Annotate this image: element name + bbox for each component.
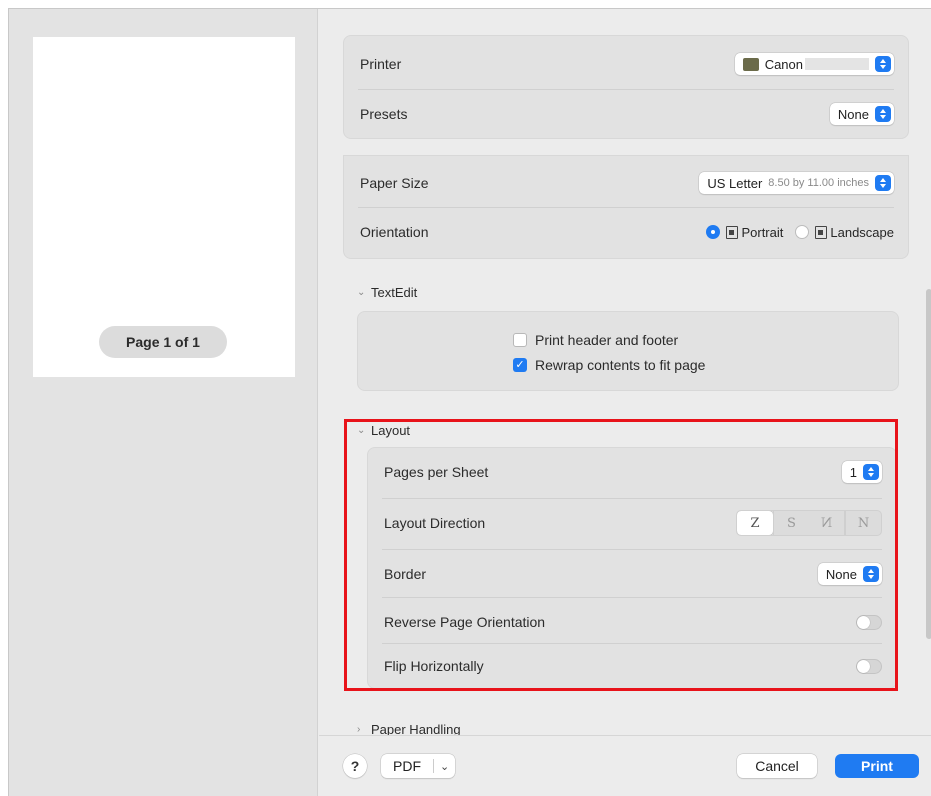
cancel-button[interactable]: Cancel	[737, 754, 817, 778]
printer-redacted	[805, 58, 869, 70]
print-header-footer-option[interactable]: Print header and footer	[513, 332, 678, 348]
reverse-page-orientation-toggle[interactable]	[856, 614, 882, 630]
textedit-group: Print header and footer ✓ Rewrap content…	[357, 311, 899, 391]
border-label: Border	[384, 566, 427, 582]
print-dialog: Page 1 of 1 Printer Canon Presets None P…	[8, 8, 931, 796]
paper-size-detail: 8.50 by 11.00 inches	[768, 177, 869, 189]
help-button[interactable]: ?	[343, 754, 367, 778]
direction-n-button[interactable]: N	[845, 511, 881, 535]
chevron-down-icon: ⌄	[440, 760, 450, 773]
print-button[interactable]: Print	[835, 754, 919, 778]
landscape-radio[interactable]	[795, 225, 810, 239]
paper-handling-section-header[interactable]: › Paper Handling	[357, 722, 461, 735]
presets-row: Presets None	[344, 90, 908, 138]
pdf-menu-button[interactable]: PDF ⌄	[381, 754, 455, 778]
scrollbar[interactable]	[926, 289, 931, 639]
paper-size-row: Paper Size US Letter 8.50 by 11.00 inche…	[344, 159, 908, 207]
print-header-footer-checkbox[interactable]	[513, 333, 527, 347]
print-header-footer-label: Print header and footer	[535, 332, 679, 348]
landscape-icon	[815, 225, 828, 239]
direction-n-reverse-label: N	[820, 515, 833, 531]
layout-group: Pages per Sheet 1 Layout Direction Z S N…	[367, 447, 897, 689]
dialog-footer: ? PDF ⌄ Cancel Print	[319, 735, 931, 796]
presets-value: None	[837, 106, 869, 122]
chevron-updown-icon	[875, 106, 891, 122]
pages-per-sheet-label: Pages per Sheet	[384, 464, 489, 480]
preview-pane: Page 1 of 1	[9, 9, 318, 796]
flip-horizontally-label: Flip Horizontally	[384, 658, 484, 674]
orientation-row: Orientation Portrait Landscape	[344, 208, 908, 256]
orientation-label: Orientation	[360, 224, 429, 240]
pages-per-sheet-row: Pages per Sheet 1	[368, 448, 896, 496]
chevron-right-icon: ›	[357, 724, 361, 735]
textedit-section-header[interactable]: ⌄ TextEdit	[357, 285, 417, 300]
layout-direction-label: Layout Direction	[384, 515, 486, 531]
flip-horizontally-row: Flip Horizontally	[368, 642, 896, 690]
rewrap-contents-label: Rewrap contents to fit page	[535, 357, 706, 373]
layout-direction-row: Layout Direction Z S N N	[368, 499, 896, 547]
direction-z-button[interactable]: Z	[737, 511, 773, 535]
printer-row: Printer Canon	[344, 40, 908, 88]
border-popup[interactable]: None	[817, 563, 882, 585]
chevron-updown-icon	[875, 56, 891, 72]
paper-handling-title: Paper Handling	[371, 722, 461, 735]
reverse-page-orientation-row: Reverse Page Orientation	[368, 598, 896, 646]
presets-label: Presets	[360, 106, 408, 122]
rewrap-contents-option[interactable]: ✓ Rewrap contents to fit page	[513, 357, 705, 373]
reverse-page-orientation-label: Reverse Page Orientation	[384, 614, 546, 630]
printer-value: Canon	[764, 56, 803, 72]
chevron-updown-icon	[863, 566, 879, 582]
chevron-updown-icon	[863, 464, 879, 480]
chevron-down-icon: ⌄	[357, 287, 366, 298]
landscape-label: Landscape	[830, 224, 894, 240]
paper-size-value: US Letter	[707, 175, 763, 191]
printer-icon	[742, 57, 759, 71]
paper-size-label: Paper Size	[360, 175, 429, 191]
page-indicator: Page 1 of 1	[99, 326, 227, 358]
printer-label: Printer	[360, 56, 402, 72]
border-row: Border None	[368, 550, 896, 598]
settings-pane: Printer Canon Presets None Paper Size US…	[319, 9, 931, 735]
help-icon: ?	[350, 758, 360, 774]
paper-group: Paper Size US Letter 8.50 by 11.00 inche…	[343, 155, 909, 259]
direction-n-reverse-button[interactable]: N	[809, 511, 845, 535]
portrait-label: Portrait	[741, 224, 784, 240]
textedit-title: TextEdit	[371, 285, 418, 300]
direction-s-button[interactable]: S	[773, 511, 809, 535]
printer-popup[interactable]: Canon	[734, 53, 894, 75]
rewrap-contents-checkbox[interactable]: ✓	[513, 358, 527, 372]
presets-popup[interactable]: None	[829, 103, 894, 125]
divider	[433, 759, 434, 773]
portrait-icon	[726, 225, 739, 239]
printer-presets-group: Printer Canon Presets None	[343, 35, 909, 139]
chevron-updown-icon	[875, 175, 891, 191]
border-value: None	[825, 566, 857, 582]
layout-direction-segmented: Z S N N	[736, 510, 882, 536]
portrait-radio[interactable]	[706, 225, 721, 239]
paper-size-popup[interactable]: US Letter 8.50 by 11.00 inches	[699, 172, 894, 194]
chevron-down-icon: ⌄	[357, 425, 366, 436]
pages-per-sheet-popup[interactable]: 1	[841, 461, 882, 483]
pdf-label: PDF	[393, 758, 421, 774]
flip-horizontally-toggle[interactable]	[856, 658, 882, 674]
orientation-options: Portrait Landscape	[706, 225, 894, 240]
pages-per-sheet-value: 1	[849, 464, 857, 480]
layout-section-header[interactable]: ⌄ Layout	[357, 423, 410, 438]
layout-title: Layout	[371, 423, 411, 438]
